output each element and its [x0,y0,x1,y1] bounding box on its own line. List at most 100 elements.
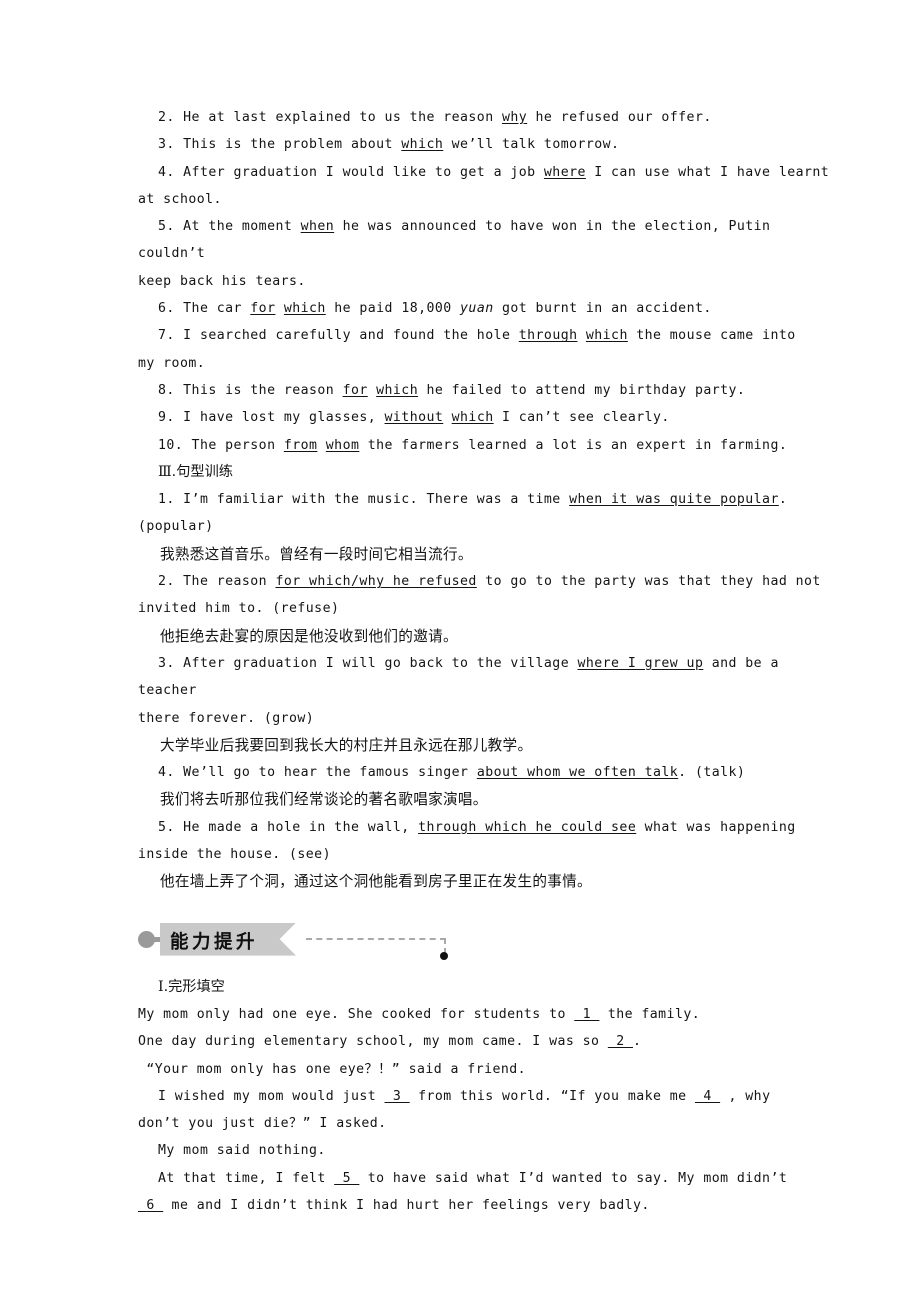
text-run: (popular) [138,519,214,535]
text-run: . (talk) [678,765,746,781]
cloze-line-6-cont: 6 me and I didn’t think I had hurt her f… [138,1192,840,1219]
text-run: 2. He at last explained to us the reason [158,110,502,125]
underlined-answer: through [518,328,578,344]
text-run: My mom only had one eye. She cooked for … [138,1006,575,1022]
text-run: . [778,492,788,508]
text-run: “Your mom only has one eye？！” said a fri… [138,1061,527,1077]
underlined-answer: why [501,110,528,125]
underlined-answer: for [250,301,276,317]
drill-item-3-translation: 大学毕业后我要回到我长大的村庄并且永远在那儿教学。 [138,732,840,759]
underlined-answer: about whom we often talk [476,765,679,781]
sentence-drill-list: 1. I’m familiar with the music. There wa… [138,486,840,895]
drill-item-2-cont: invited him to. (refuse) [138,595,840,622]
underlined-answer: through which he could see [418,819,637,835]
text-run [578,328,586,343]
exercise-item-6: 6. The car for which he paid 18,000 yuan… [138,295,840,322]
text-run: he paid 18,000 [325,301,461,317]
underlined-answer: 3 [384,1088,410,1104]
text-run: there forever. (grow) [138,710,315,726]
drill-item-1-translation: 我熟悉这首音乐。曾经有一段时间它相当流行。 [138,541,840,568]
drill-item-3: 3. After graduation I will go back to th… [138,650,840,705]
text-run: the farmers learned a lot is an expert i… [359,437,788,453]
underlined-answer: which [585,328,628,344]
cloze-line-5: My mom said nothing. [138,1137,840,1164]
exercise-item-5: 5. At the moment when he was announced t… [138,213,840,268]
text-run: 3. After graduation I will go back to th… [158,655,578,671]
text-run: he refused our offer. [527,110,712,125]
underlined-answer: 5 [334,1170,360,1186]
text-run: my room. [138,355,206,371]
exercise-item-9: 9. I have lost my glasses, without which… [138,404,840,431]
banner-end-dot-icon [440,951,448,960]
underlined-answer: when [300,219,335,235]
text-run: 5. At the moment [158,219,301,235]
text-run: 7. I searched carefully and found the ho… [158,328,519,344]
text-run: me and I didn’t think I had hurt her fee… [163,1197,650,1213]
banner-dashed-line [306,937,446,940]
text-run: 5. He made a hole in the wall, [158,819,419,835]
text-run: 他在墙上弄了个洞，通过这个洞他能看到房子里正在发生的事情。 [160,873,592,891]
text-run: 大学毕业后我要回到我长大的村庄并且永远在那儿教学。 [160,736,533,754]
drill-item-2: 2. The reason for which/why he refused t… [138,568,840,595]
drill-item-1: 1. I’m familiar with the music. There wa… [138,486,840,513]
drill-item-5-cont: inside the house. (see) [138,841,840,868]
text-run [368,383,376,398]
text-run: what was happening [636,819,796,835]
text-run: 6. The car [158,301,251,317]
cloze-line-4-cont: don’t you just die？” I asked. [138,1110,840,1137]
underlined-answer: 6 [138,1197,164,1213]
exercise-item-4: 4. After graduation I would like to get … [138,159,840,186]
exercise-item-8: 8. This is the reason for which he faile… [138,377,840,404]
underlined-answer: where [543,164,586,180]
text-run: keep back his tears. [138,273,306,289]
exercise-item-5-cont: keep back his tears. [138,268,840,295]
underlined-answer: from [283,437,318,453]
cloze-line-4: I wished my mom would just 3 from this w… [138,1083,840,1110]
cloze-line-6: At that time, I felt 5 to have said what… [138,1165,840,1192]
text-run: the family. [599,1006,701,1022]
text-run [443,410,451,425]
cloze-line-3: “Your mom only has one eye？！” said a fri… [138,1056,840,1083]
exercise-list: 2. He at last explained to us the reason… [138,104,840,459]
exercise-item-2: 2. He at last explained to us the reason… [138,104,840,131]
text-run: , why [720,1088,771,1104]
underlined-answer: 4 [694,1088,721,1104]
banner-title: 能力提升 [170,931,259,953]
text-run: he failed to attend my birthday party. [418,382,746,398]
exercise-item-10: 10. The person from whom the farmers lea… [138,432,840,459]
text-run: At that time, I felt [158,1170,335,1186]
text-run: 我熟悉这首音乐。曾经有一段时间它相当流行。 [160,545,473,563]
drill-item-2-translation: 他拒绝去赴宴的原因是他没收到他们的邀请。 [138,623,840,650]
section-heading-cloze: Ⅰ.完形填空 [158,978,225,995]
text-run: 10. The person [158,437,284,453]
text-run: One day during elementary school, my mom… [138,1034,608,1050]
underlined-answer: which [401,137,444,153]
underlined-answer: which [283,301,326,317]
cloze-passage: My mom only had one eye. She cooked for … [138,1001,840,1219]
text-run: inside the house. (see) [138,847,331,863]
exercise-item-7-cont: my room. [138,350,840,377]
underlined-answer: which [451,410,494,426]
text-run [317,438,325,453]
text-run: 他拒绝去赴宴的原因是他没收到他们的邀请。 [160,627,458,645]
text-run: from this world. “If you make me [409,1088,695,1104]
section-heading-sentence-drill: Ⅲ.句型训练 [158,463,233,480]
underlined-answer: without [384,410,444,426]
cloze-line-1: My mom only had one eye. She cooked for … [138,1001,840,1028]
text-run: got burnt in an accident. [493,301,712,317]
text-run: 2. The reason [158,574,276,590]
text-run: 4. We’ll go to hear the famous singer [158,765,477,781]
text-run: the mouse came into [627,328,796,344]
text-run: to go to the party was that they had not [476,574,821,590]
underlined-answer: whom [325,437,360,453]
text-run: 8. This is the reason [158,382,343,398]
text-run: we’ll talk tomorrow. [443,137,620,153]
text-run: at school. [138,191,222,207]
exercise-item-7: 7. I searched carefully and found the ho… [138,322,840,349]
text-run: to have said what I’d wanted to say. My … [359,1170,788,1186]
drill-item-4: 4. We’ll go to hear the famous singer ab… [138,759,840,786]
text-run: My mom said nothing. [158,1143,326,1159]
section-banner: 能力提升 [138,918,840,964]
text-run: I can use what I have learnt [585,164,830,180]
document-page: 2. He at last explained to us the reason… [0,0,920,1302]
